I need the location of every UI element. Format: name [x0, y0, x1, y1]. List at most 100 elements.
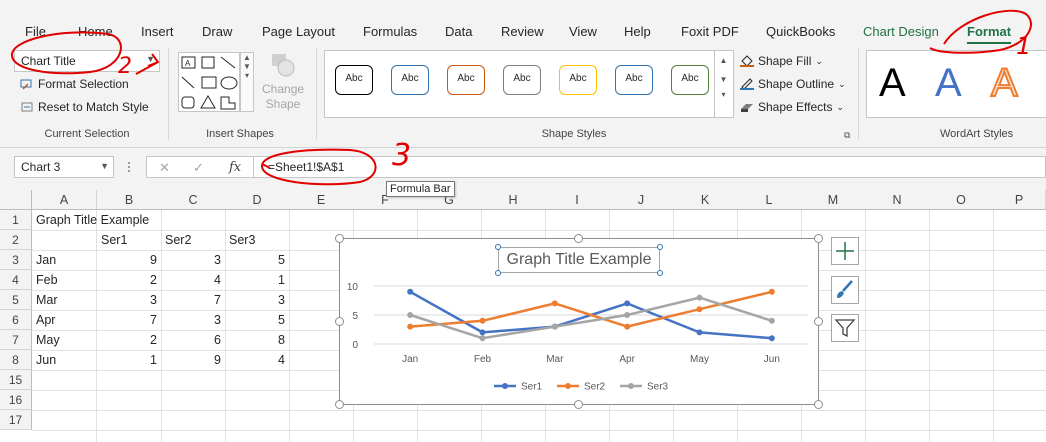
cancel-icon[interactable]: ✕ [159, 160, 170, 176]
chart-resize-handle[interactable] [335, 400, 344, 409]
tab-chart-design[interactable]: Chart Design [863, 24, 939, 39]
chart-resize-handle[interactable] [814, 234, 823, 243]
resize-handle[interactable] [128, 162, 132, 172]
wordart-style-blue[interactable]: A [935, 61, 962, 106]
cell-a1[interactable]: Graph Title Example [32, 210, 153, 230]
cell-header-ser3[interactable]: Ser3 [225, 230, 289, 250]
tab-format[interactable]: Format [967, 24, 1012, 45]
chart-resize-handle[interactable] [814, 317, 823, 326]
table-cell[interactable]: 1 [97, 350, 161, 370]
name-box[interactable]: Chart 3 ▼ [14, 156, 114, 178]
shape-style-swatch[interactable]: Abc [559, 65, 597, 95]
column-header-m[interactable]: M [801, 190, 866, 210]
column-header-d[interactable]: D [225, 190, 290, 210]
cell-header-ser1[interactable]: Ser1 [97, 230, 161, 250]
shape-styles-scroll[interactable]: ▲ ▼ ▾ [714, 50, 732, 118]
enter-icon[interactable]: ✓ [193, 160, 204, 176]
column-header-j[interactable]: J [609, 190, 674, 210]
shape-effects-button[interactable]: Shape Effects ⌄ [740, 100, 844, 114]
shape-style-swatch[interactable]: Abc [335, 65, 373, 95]
row-header-16[interactable]: 16 [0, 390, 32, 410]
chart-resize-handle[interactable] [574, 400, 583, 409]
shape-style-swatch[interactable]: Abc [391, 65, 429, 95]
column-header-i[interactable]: I [545, 190, 610, 210]
chart-styles-button[interactable] [831, 276, 859, 304]
table-cell[interactable]: 3 [161, 310, 225, 330]
table-cell[interactable]: 8 [225, 330, 289, 350]
table-cell[interactable]: 4 [225, 350, 289, 370]
table-cell[interactable]: 3 [97, 290, 161, 310]
column-header-p[interactable]: P [993, 190, 1046, 210]
chart-elements-dropdown[interactable]: Chart Title ▼ [14, 50, 160, 72]
table-cell[interactable]: May [32, 330, 96, 350]
insert-function-icon[interactable]: fx [229, 160, 241, 175]
table-cell[interactable]: 5 [225, 250, 289, 270]
column-header-k[interactable]: K [673, 190, 738, 210]
column-header-e[interactable]: E [289, 190, 354, 210]
tab-home[interactable]: Home [78, 24, 113, 39]
tab-help[interactable]: Help [624, 24, 651, 39]
wordart-style-black[interactable]: A [879, 61, 906, 106]
chart-resize-handle[interactable] [574, 234, 583, 243]
chart-resize-handle[interactable] [335, 317, 344, 326]
shape-style-swatch[interactable]: Abc [671, 65, 709, 95]
tab-foxit-pdf[interactable]: Foxit PDF [681, 24, 739, 39]
row-header-7[interactable]: 7 [0, 330, 32, 350]
dialog-launcher-icon[interactable]: ⧉ [844, 130, 850, 141]
reset-to-match-style-button[interactable]: Reset to Match Style [20, 100, 149, 114]
column-header-a[interactable]: A [32, 190, 97, 210]
column-header-l[interactable]: L [737, 190, 802, 210]
tab-file[interactable]: File [25, 24, 46, 39]
shape-outline-button[interactable]: Shape Outline ⌄ [740, 77, 846, 91]
chart-elements-button[interactable] [831, 237, 859, 265]
row-header-6[interactable]: 6 [0, 310, 32, 330]
chart-filters-button[interactable] [831, 314, 859, 342]
row-header-17[interactable]: 17 [0, 410, 32, 430]
row-header-5[interactable]: 5 [0, 290, 32, 310]
table-cell[interactable]: 7 [161, 290, 225, 310]
table-cell[interactable]: Jun [32, 350, 96, 370]
shapes-gallery-scroll[interactable]: ▲ ▼ ▾ [240, 52, 254, 112]
tab-data[interactable]: Data [445, 24, 472, 39]
table-cell[interactable]: 4 [161, 270, 225, 290]
table-cell[interactable]: 9 [161, 350, 225, 370]
table-cell[interactable]: Mar [32, 290, 96, 310]
tab-insert[interactable]: Insert [141, 24, 174, 39]
format-selection-button[interactable]: Format Selection [20, 77, 129, 91]
row-header-4[interactable]: 4 [0, 270, 32, 290]
row-header-8[interactable]: 8 [0, 350, 32, 370]
shape-style-swatch[interactable]: Abc [503, 65, 541, 95]
table-cell[interactable]: 3 [161, 250, 225, 270]
row-header-2[interactable]: 2 [0, 230, 32, 250]
column-header-h[interactable]: H [481, 190, 546, 210]
cell-header-ser2[interactable]: Ser2 [161, 230, 225, 250]
table-cell[interactable]: 6 [161, 330, 225, 350]
shape-style-swatch[interactable]: Abc [447, 65, 485, 95]
column-header-n[interactable]: N [865, 190, 930, 210]
shape-fill-button[interactable]: Shape Fill ⌄ [740, 54, 823, 68]
table-cell[interactable]: Apr [32, 310, 96, 330]
column-header-c[interactable]: C [161, 190, 226, 210]
column-header-b[interactable]: B [97, 190, 162, 210]
select-all-corner[interactable] [0, 190, 32, 210]
shapes-gallery[interactable]: A [178, 52, 240, 112]
table-cell[interactable]: 3 [225, 290, 289, 310]
formula-input[interactable]: =Sheet1!$A$1 [254, 156, 1046, 178]
tab-view[interactable]: View [569, 24, 597, 39]
table-cell[interactable]: 7 [97, 310, 161, 330]
row-header-3[interactable]: 3 [0, 250, 32, 270]
tab-quickbooks[interactable]: QuickBooks [766, 24, 835, 39]
wordart-style-orange-outline[interactable]: A [990, 60, 1019, 106]
column-header-o[interactable]: O [929, 190, 994, 210]
table-cell[interactable]: 9 [97, 250, 161, 270]
table-cell[interactable]: 2 [97, 270, 161, 290]
table-cell[interactable]: 1 [225, 270, 289, 290]
shape-style-swatch[interactable]: Abc [615, 65, 653, 95]
table-cell[interactable]: 5 [225, 310, 289, 330]
tab-review[interactable]: Review [501, 24, 544, 39]
table-cell[interactable]: Feb [32, 270, 96, 290]
table-cell[interactable]: Jan [32, 250, 96, 270]
chart-resize-handle[interactable] [335, 234, 344, 243]
change-shape-button[interactable]: Change Shape [262, 52, 304, 112]
tab-draw[interactable]: Draw [202, 24, 232, 39]
